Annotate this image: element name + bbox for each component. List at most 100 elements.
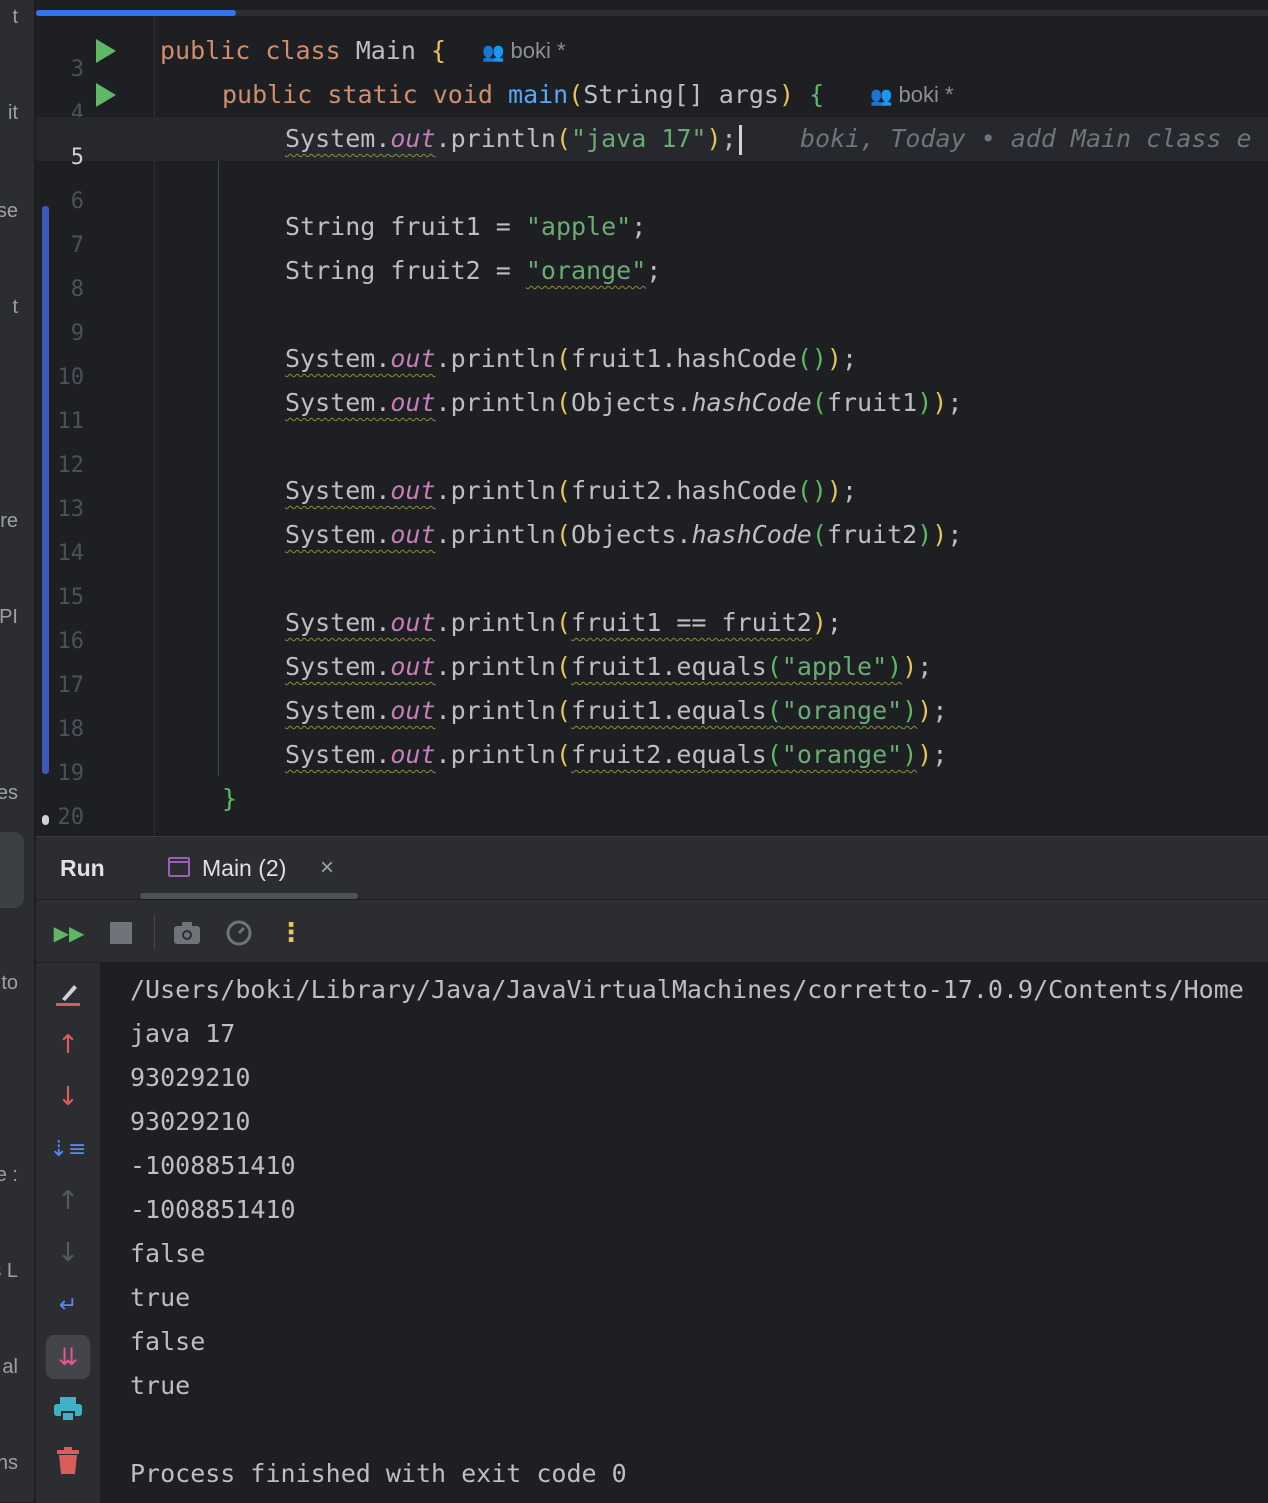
code-line[interactable]: 15 [36, 557, 1268, 610]
console-line: -1008851410 [130, 1195, 296, 1224]
author-hint[interactable]: 👥 boki * [482, 29, 566, 73]
console-line: /Users/boki/Library/Java/JavaVirtualMach… [130, 975, 1244, 1004]
code-line[interactable]: 3 public class Main { 👥 boki * [36, 29, 1268, 82]
console-line: false [130, 1239, 206, 1268]
code-text: public class Main { [160, 36, 447, 65]
code-line[interactable]: 18 System.out.println(fruit1.equals("ora… [36, 689, 1268, 742]
delete-button[interactable] [50, 1443, 86, 1479]
run-tab-bar: Run Main (2) × [36, 837, 1268, 899]
text-caret [738, 125, 742, 155]
code-line[interactable]: 8 String fruit2 = "orange"; [36, 249, 1268, 302]
run-window-title: Run [60, 855, 105, 881]
printer-icon [54, 1397, 82, 1421]
code-line[interactable]: 17 System.out.println(fruit1.equals("app… [36, 645, 1268, 698]
console-line: Process finished with exit code 0 [130, 1459, 627, 1488]
console-line: -1008851410 [130, 1151, 296, 1180]
stop-button[interactable] [104, 916, 138, 950]
rerun-icon[interactable]: ▶▶ [52, 916, 86, 950]
git-blame-inline[interactable]: boki, Today • add Main class e [800, 117, 1252, 161]
next-occurrence-icon: ↓ [57, 1238, 79, 1268]
console-output[interactable]: /Users/boki/Library/Java/JavaVirtualMach… [130, 963, 1268, 1503]
code-text: public static void main(String[] args) { [222, 80, 825, 109]
code-line[interactable]: 10 System.out.println(fruit1.hashCode())… [36, 337, 1268, 390]
run-toolbar: ▶▶ ⋮ [36, 899, 1268, 963]
panel-fragment: t [12, 6, 18, 28]
panel-fragment: t [12, 296, 18, 318]
code-line[interactable]: 19 System.out.println(fruit2.equals("ora… [36, 733, 1268, 786]
person-icon: 👥 [870, 86, 893, 106]
panel-fragment: s L [0, 1260, 18, 1282]
code-text: System.out.println(fruit1 == fruit2); [285, 608, 842, 637]
code-text: System.out.println(fruit1.equals("orange… [285, 696, 948, 725]
panel-fragment: ns [0, 1452, 18, 1474]
person-icon: 👥 [482, 42, 505, 62]
code-text: String fruit2 = "orange"; [285, 256, 662, 285]
code-text: System.out.println(fruit2.equals("orange… [285, 740, 948, 769]
panel-fragment: se [0, 200, 18, 222]
line-number: 20 [57, 805, 85, 830]
code-text: System.out.println(fruit1.equals("apple"… [285, 652, 933, 681]
panel-fragment: it [8, 102, 18, 124]
selected-item-highlight [0, 832, 24, 908]
panel-fragment: PI [0, 606, 18, 628]
camera-icon [174, 922, 200, 944]
code-editor[interactable]: 3 public class Main { 👥 boki * 4 public … [36, 0, 1268, 835]
prev-occurrence-icon: ↑ [57, 1186, 79, 1216]
run-tool-window: Run Main (2) × ▶▶ ⋮ ↑ ↓ ⇣≡ ↑ ↓ ↵ ⇊ /User… [36, 836, 1268, 1503]
code-text: System.out.println(fruit2.hashCode()); [285, 476, 858, 505]
code-text: String fruit1 = "apple"; [285, 212, 647, 241]
code-line[interactable]: 13 System.out.println(fruit2.hashCode())… [36, 469, 1268, 522]
code-line-current[interactable]: 5 System.out.println("java 17"); boki, T… [36, 117, 1268, 170]
code-text: System.out.println(Objects.hashCode(frui… [285, 388, 963, 417]
panel-fragment: re [0, 510, 18, 532]
panel-fragment: to [1, 972, 18, 994]
console-line: java 17 [130, 1019, 236, 1048]
author-hint[interactable]: 👥 boki * [870, 73, 954, 117]
code-text: System.out.println(Objects.hashCode(frui… [285, 520, 963, 549]
gauge-icon [226, 920, 252, 946]
console-line: false [130, 1327, 206, 1356]
code-line[interactable]: 14 System.out.println(Objects.hashCode(f… [36, 513, 1268, 566]
code-line[interactable]: 11 System.out.println(Objects.hashCode(f… [36, 381, 1268, 434]
panel-fragment: es [0, 782, 18, 804]
stop-icon [110, 922, 132, 944]
console-line: 93029210 [130, 1063, 251, 1092]
code-line[interactable]: 6 [36, 161, 1268, 214]
run-gutter-icon[interactable] [96, 83, 116, 107]
console-line: 93029210 [130, 1107, 251, 1136]
code-line[interactable]: 4 public static void main(String[] args)… [36, 73, 1268, 126]
scroll-to-end-icon[interactable]: ⇊ [46, 1335, 90, 1379]
arrow-up-icon[interactable]: ↑ [50, 1027, 86, 1063]
close-icon[interactable]: × [320, 837, 334, 899]
console-line: true [130, 1371, 191, 1400]
run-gutter-icon[interactable] [96, 39, 116, 63]
soft-wrap-icon[interactable]: ↵ [50, 1287, 86, 1323]
sort-icon[interactable]: ⇣≡ [50, 1131, 87, 1167]
code-text: System.out.println(fruit1.hashCode()); [285, 344, 858, 373]
code-line[interactable]: 9 [36, 293, 1268, 346]
run-config-icon [168, 857, 190, 877]
console-side-toolbar: ↑ ↓ ⇣≡ ↑ ↓ ↵ ⇊ [36, 963, 100, 1503]
tab-main-2[interactable]: Main (2) × [140, 837, 358, 899]
code-line[interactable]: 7 String fruit1 = "apple"; [36, 205, 1268, 258]
arrow-down-icon[interactable]: ↓ [50, 1079, 86, 1115]
trash-icon [57, 1447, 79, 1474]
panel-fragment: al [2, 1356, 18, 1378]
active-tab-indicator [36, 10, 236, 16]
clear-all-button[interactable] [50, 975, 86, 1011]
tab-label: Main (2) [202, 855, 287, 881]
project-panel-edge: t it se t re PI es to e : s L al ns [0, 0, 35, 1502]
screenshot-button[interactable] [170, 916, 204, 950]
toolbar-separator [154, 914, 155, 950]
console-line: true [130, 1283, 191, 1312]
code-text: } [222, 784, 238, 813]
eraser-icon [56, 985, 80, 1006]
more-options-icon[interactable]: ⋮ [274, 916, 308, 950]
code-line[interactable]: 20 } [36, 777, 1268, 830]
editor-tab-strip [36, 10, 1268, 16]
profiler-button[interactable] [222, 916, 256, 950]
print-button[interactable] [50, 1391, 86, 1427]
code-text: System.out.println("java 17"); [285, 117, 742, 161]
code-line[interactable]: 16 System.out.println(fruit1 == fruit2); [36, 601, 1268, 654]
code-line[interactable]: 12 [36, 425, 1268, 478]
